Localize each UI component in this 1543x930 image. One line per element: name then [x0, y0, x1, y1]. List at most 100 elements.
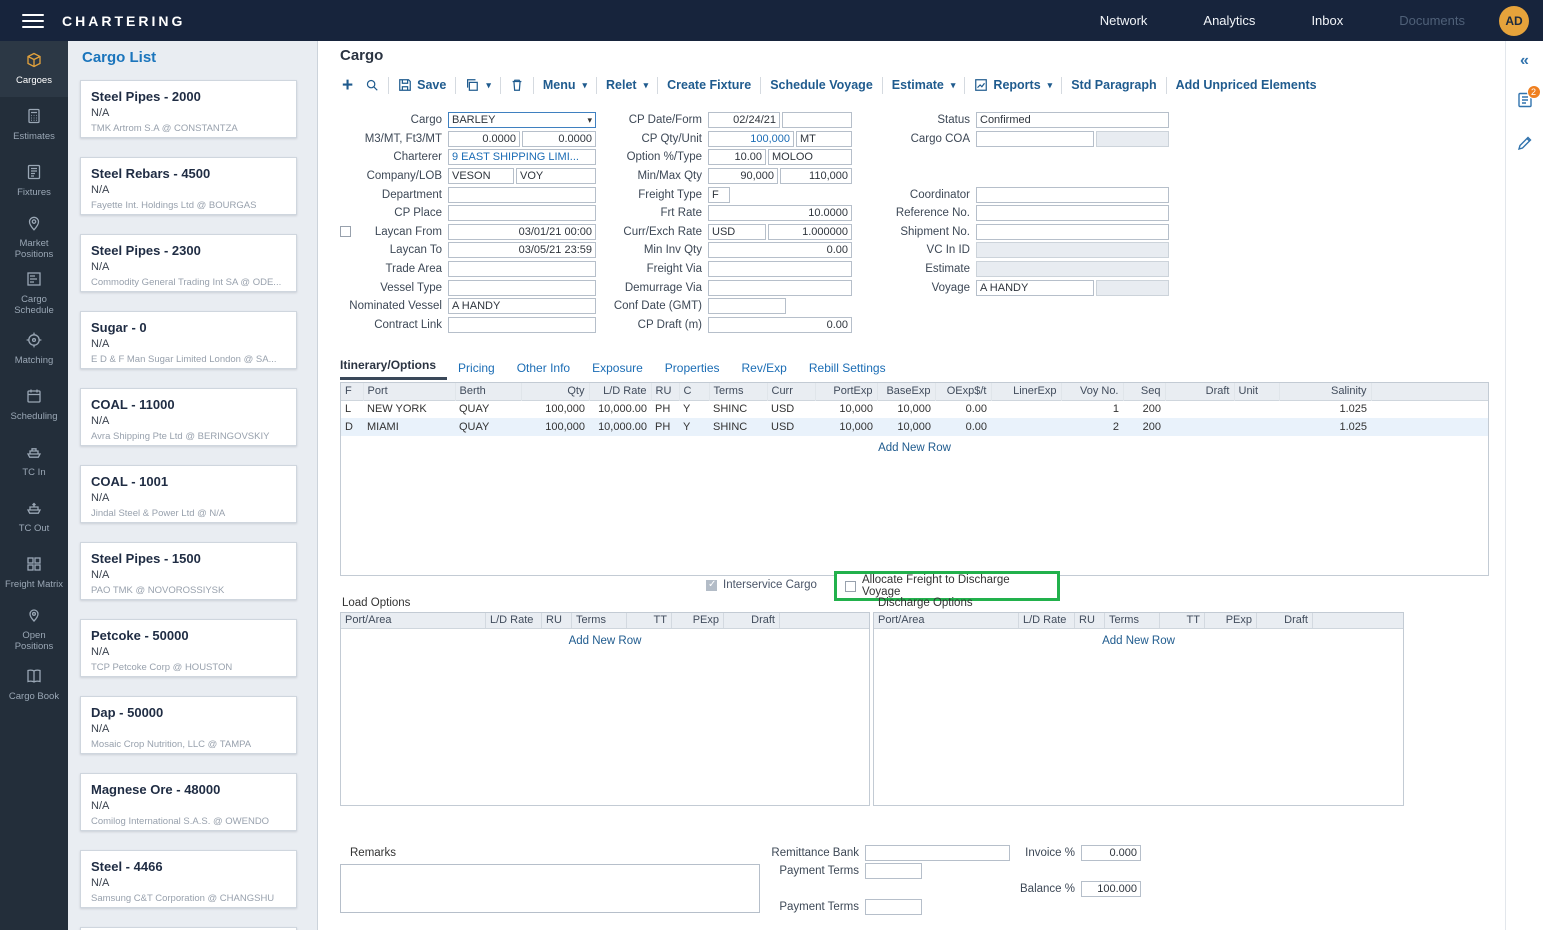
add-button[interactable]: +: [340, 76, 355, 95]
itinerary-column-header[interactable]: F: [341, 383, 363, 400]
estimate-button[interactable]: Estimate▾: [892, 78, 956, 92]
cp-draft-field[interactable]: 0.00: [708, 317, 852, 333]
sidebar-item-scheduling[interactable]: Scheduling: [0, 377, 68, 433]
nav-inbox[interactable]: Inbox: [1311, 13, 1343, 28]
tab-rev-exp[interactable]: Rev/Exp: [731, 361, 798, 380]
charterer-field[interactable]: 9 EAST SHIPPING LIMI...: [448, 149, 596, 165]
tab-exposure[interactable]: Exposure: [581, 361, 654, 380]
itinerary-column-header[interactable]: OExp$/t: [935, 383, 991, 400]
freight-type-field[interactable]: F: [708, 187, 730, 203]
itinerary-column-header[interactable]: Berth: [455, 383, 521, 400]
load-options-column-header[interactable]: L/D Rate: [486, 613, 542, 628]
status-field[interactable]: Confirmed: [976, 112, 1169, 128]
discharge-options-column-header[interactable]: Draft: [1257, 613, 1313, 628]
load-options-column-header[interactable]: Terms: [572, 613, 627, 628]
coordinator-field[interactable]: [976, 187, 1169, 203]
cargo-card[interactable]: Steel Pipes - 2000 N/A TMK Artrom S.A @ …: [80, 80, 297, 138]
tab-other-info[interactable]: Other Info: [506, 361, 581, 380]
shipment-no-field[interactable]: [976, 224, 1169, 240]
sidebar-item-open-positions[interactable]: Open Positions: [0, 601, 68, 657]
min-inv-qty-field[interactable]: 0.00: [708, 242, 852, 258]
sidebar-item-tc-out[interactable]: TC Out: [0, 489, 68, 545]
itinerary-column-header[interactable]: [1371, 383, 1488, 400]
discharge-options-column-header[interactable]: RU: [1075, 613, 1105, 628]
trade-area-field[interactable]: [448, 261, 596, 277]
delete-button[interactable]: [510, 78, 524, 92]
min-qty-field[interactable]: 90,000: [708, 168, 778, 184]
sidebar-item-freight-matrix[interactable]: Freight Matrix: [0, 545, 68, 601]
tasks-panel-icon[interactable]: 2: [1516, 91, 1534, 112]
cargo-card[interactable]: Steel Pipes - 1500 N/A PAO TMK @ NOVOROS…: [80, 542, 297, 600]
itinerary-column-header[interactable]: Voy No.: [1061, 383, 1123, 400]
balance-pct-field[interactable]: 100.000: [1081, 881, 1141, 897]
cargo-card[interactable]: Magnese Ore - 48000 N/A Comilog Internat…: [80, 773, 297, 831]
currency-field[interactable]: USD: [708, 224, 766, 240]
sidebar-item-market-positions[interactable]: Market Positions: [0, 209, 68, 265]
cargo-card[interactable]: Sugar - 0 N/A E D & F Man Sugar Limited …: [80, 311, 297, 369]
cp-place-field[interactable]: [448, 205, 596, 221]
itinerary-column-header[interactable]: BaseExp: [877, 383, 935, 400]
allocate-freight-checkbox[interactable]: [845, 581, 856, 592]
cp-form-field[interactable]: [782, 112, 852, 128]
itinerary-column-header[interactable]: Draft: [1165, 383, 1234, 400]
lob-field[interactable]: VOY: [516, 168, 596, 184]
department-field[interactable]: [448, 187, 596, 203]
load-options-column-header[interactable]: PExp: [672, 613, 724, 628]
sidebar-item-fixtures[interactable]: Fixtures: [0, 153, 68, 209]
copy-button[interactable]: ▾: [465, 78, 491, 92]
add-unpriced-elements-button[interactable]: Add Unpriced Elements: [1176, 78, 1317, 92]
collapse-panel-icon[interactable]: «: [1520, 53, 1529, 69]
search-button[interactable]: [365, 78, 379, 92]
m3-mt-field[interactable]: 0.0000: [448, 131, 520, 147]
tab-rebill-settings[interactable]: Rebill Settings: [798, 361, 897, 380]
load-options-column-header[interactable]: Port/Area: [341, 613, 486, 628]
option-type-field[interactable]: MOLOO: [768, 149, 852, 165]
reports-button[interactable]: Reports▾: [974, 78, 1052, 92]
cargo-card[interactable]: Steel Rebars - 4500 N/A Fayette Int. Hol…: [80, 157, 297, 215]
load-options-column-header[interactable]: RU: [542, 613, 572, 628]
discharge-options-column-header[interactable]: [1313, 613, 1403, 628]
payment-terms-2-field[interactable]: [865, 899, 922, 915]
itinerary-column-header[interactable]: L/D Rate: [589, 383, 651, 400]
discharge-options-column-header[interactable]: TT: [1160, 613, 1205, 628]
load-options-column-header[interactable]: [780, 613, 869, 628]
reference-no-field[interactable]: [976, 205, 1169, 221]
itinerary-row[interactable]: LNEW YORKQUAY100,00010,000.00PHYSHINCUSD…: [341, 400, 1488, 418]
voyage-field[interactable]: A HANDY: [976, 280, 1094, 296]
max-qty-field[interactable]: 110,000: [780, 168, 852, 184]
sidebar-item-cargo-schedule[interactable]: Cargo Schedule: [0, 265, 68, 321]
itinerary-add-new-row-link[interactable]: Add New Row: [341, 442, 1488, 454]
save-button[interactable]: Save: [398, 78, 446, 92]
cargo-card[interactable]: Steel Pipes - 2300 N/A Commodity General…: [80, 234, 297, 292]
tab-itinerary-options[interactable]: Itinerary/Options: [340, 358, 447, 380]
load-options-column-header[interactable]: TT: [627, 613, 672, 628]
option-pct-field[interactable]: 10.00: [708, 149, 766, 165]
cp-unit-field[interactable]: MT: [796, 131, 852, 147]
tab-pricing[interactable]: Pricing: [447, 361, 506, 380]
tab-properties[interactable]: Properties: [654, 361, 731, 380]
itinerary-column-header[interactable]: Port: [363, 383, 455, 400]
sidebar-item-cargoes[interactable]: Cargoes: [0, 41, 68, 97]
nav-network[interactable]: Network: [1100, 13, 1148, 28]
company-field[interactable]: VESON: [448, 168, 514, 184]
contract-link-field[interactable]: [448, 317, 596, 333]
create-fixture-button[interactable]: Create Fixture: [667, 78, 751, 92]
nav-analytics[interactable]: Analytics: [1203, 13, 1255, 28]
itinerary-column-header[interactable]: LinerExp: [991, 383, 1061, 400]
itinerary-column-header[interactable]: Terms: [709, 383, 767, 400]
cargo-select[interactable]: BARLEY▾: [448, 112, 596, 128]
menu-button[interactable]: Menu▾: [543, 78, 587, 92]
hamburger-menu-icon[interactable]: [22, 10, 44, 32]
schedule-voyage-button[interactable]: Schedule Voyage: [770, 78, 873, 92]
payment-terms-field[interactable]: [865, 863, 922, 879]
nominated-vessel-field[interactable]: A HANDY: [448, 298, 596, 314]
cp-date-field[interactable]: 02/24/21: [708, 112, 780, 128]
demurrage-via-field[interactable]: [708, 280, 852, 296]
cargo-card[interactable]: Petcoke - 50000 N/A TCP Petcoke Corp @ H…: [80, 619, 297, 677]
itinerary-column-header[interactable]: Salinity: [1279, 383, 1371, 400]
itinerary-row[interactable]: DMIAMIQUAY100,00010,000.00PHYSHINCUSD10,…: [341, 418, 1488, 436]
itinerary-column-header[interactable]: C: [679, 383, 709, 400]
remarks-textarea[interactable]: [340, 864, 760, 913]
freight-via-field[interactable]: [708, 261, 852, 277]
discharge-options-add-new-row-link[interactable]: Add New Row: [874, 635, 1403, 647]
